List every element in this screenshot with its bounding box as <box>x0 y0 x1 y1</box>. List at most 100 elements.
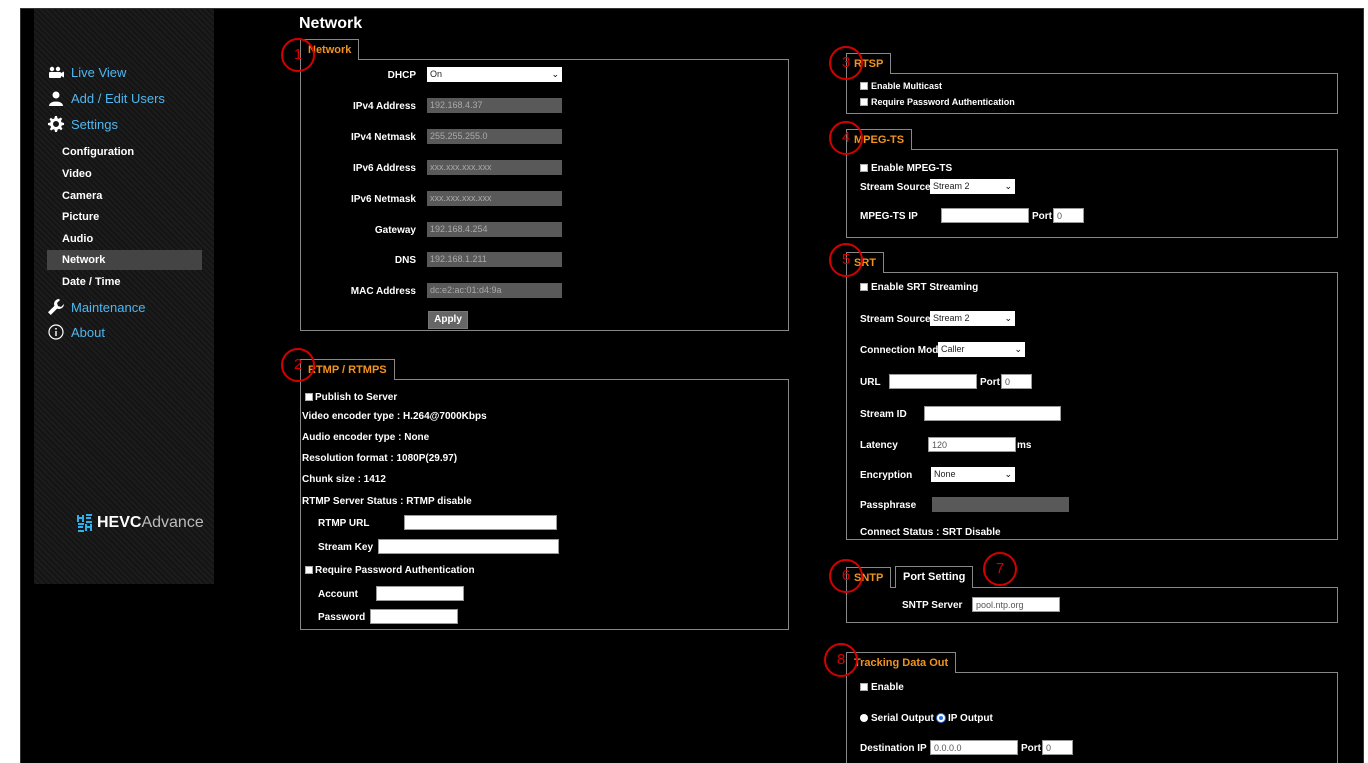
connection-mode-value: Caller <box>941 344 965 354</box>
nav-about-label: About <box>71 324 105 340</box>
nav-maintenance[interactable]: Maintenance <box>48 299 145 315</box>
destination-ip-label: Destination IP <box>860 743 927 754</box>
nav-maintenance-label: Maintenance <box>71 299 146 315</box>
latency-unit: ms <box>1017 440 1032 451</box>
tracking-enable-checkbox[interactable] <box>860 683 868 691</box>
mpegts-panel: Enable MPEG-TS Stream Source Stream 2 ⌄ M… <box>846 149 1338 238</box>
nav-live-view-label: Live View <box>71 64 127 80</box>
encryption-select[interactable]: None ⌄ <box>931 467 1015 482</box>
chevron-down-icon: ⌄ <box>1014 344 1022 354</box>
tab-tracking-data-out[interactable]: Tracking Data Out <box>846 652 957 673</box>
stream-key-input[interactable] <box>378 539 559 554</box>
chevron-down-icon: ⌄ <box>1004 313 1012 323</box>
ipv6-address-label: IPv6 Address <box>353 163 416 174</box>
tracking-panel: Enable Serial Output IP Output Destinati… <box>846 672 1338 763</box>
ipv6-netmask-label: IPv6 Netmask <box>350 194 416 205</box>
sntp-server-input[interactable]: pool.ntp.org <box>972 597 1060 612</box>
srt-stream-source-select[interactable]: Stream 2 ⌄ <box>930 311 1015 326</box>
nav-about[interactable]: About <box>48 324 105 340</box>
mpegts-stream-source-select[interactable]: Stream 2 ⌄ <box>930 179 1015 194</box>
rtmp-require-password-label: Require Password Authentication <box>315 565 475 576</box>
nav-live-view[interactable]: Live View <box>48 64 126 80</box>
encryption-label: Encryption <box>860 470 913 481</box>
apply-button[interactable]: Apply <box>428 311 468 329</box>
rtmp-url-input[interactable] <box>404 515 557 530</box>
encryption-value: None <box>934 469 956 479</box>
page-title: Network <box>299 15 363 32</box>
chevron-down-icon: ⌄ <box>551 69 559 79</box>
resolution-format-text: Resolution format : 1080P(29.97) <box>302 453 458 464</box>
srt-url-label: URL <box>860 377 881 388</box>
srt-url-input[interactable] <box>889 374 977 389</box>
ipv6-address-field: xxx.xxx.xxx.xxx <box>427 160 562 175</box>
nav-settings[interactable]: Settings <box>48 116 118 132</box>
dhcp-select[interactable]: On ⌄ <box>427 67 562 82</box>
user-icon <box>49 91 63 106</box>
enable-multicast-label: Enable Multicast <box>871 81 943 91</box>
ipv4-address-field: 192.168.4.37 <box>427 98 562 113</box>
tracking-port-input[interactable]: 0 <box>1042 740 1073 755</box>
passphrase-label: Passphrase <box>860 500 917 511</box>
rtsp-require-password-checkbox[interactable] <box>860 98 868 106</box>
serial-output-radio[interactable] <box>860 714 868 722</box>
ipv6-netmask-field: xxx.xxx.xxx.xxx <box>427 191 562 206</box>
mpegts-port-label: Port <box>1032 211 1052 222</box>
sidebar-item-picture[interactable]: Picture <box>62 211 99 223</box>
enable-multicast-checkbox[interactable] <box>860 82 868 90</box>
sidebar-item-date-time[interactable]: Date / Time <box>62 276 121 288</box>
sidebar-item-video[interactable]: Video <box>62 168 92 180</box>
destination-ip-input[interactable]: 0.0.0.0 <box>930 740 1018 755</box>
sidebar: Live View Add / Edit Users Settings Conf… <box>34 9 214 584</box>
tab-port-setting[interactable]: Port Setting <box>895 566 974 588</box>
audio-encoder-text: Audio encoder type : None <box>302 432 430 443</box>
nav-add-edit-users-label: Add / Edit Users <box>71 90 165 106</box>
publish-to-server-checkbox[interactable] <box>305 393 313 401</box>
account-input[interactable] <box>376 586 464 601</box>
rtmp-url-label: RTMP URL <box>318 518 370 529</box>
ip-output-radio[interactable] <box>937 714 945 722</box>
sidebar-item-audio[interactable]: Audio <box>62 233 93 245</box>
connection-mode-label: Connection Mode <box>860 345 944 356</box>
rtmp-status-text: RTMP Server Status : RTMP disable <box>302 496 472 507</box>
sidebar-item-camera[interactable]: Camera <box>62 190 102 202</box>
ipv4-address-label: IPv4 Address <box>353 101 416 112</box>
srt-stream-source-value: Stream 2 <box>933 313 970 323</box>
srt-port-input[interactable]: 0 <box>1001 374 1032 389</box>
password-input[interactable] <box>370 609 458 624</box>
dns-label: DNS <box>394 255 416 266</box>
chunk-size-text: Chunk size : 1412 <box>302 474 386 485</box>
sidebar-item-network[interactable]: Network <box>47 250 202 270</box>
connection-mode-select[interactable]: Caller ⌄ <box>938 342 1025 357</box>
gear-icon <box>48 116 64 132</box>
ipv4-netmask-label: IPv4 Netmask <box>350 132 416 143</box>
enable-mpegts-checkbox[interactable] <box>860 164 868 172</box>
nav-add-edit-users[interactable]: Add / Edit Users <box>48 90 165 106</box>
password-label: Password <box>318 612 366 623</box>
sidebar-item-configuration[interactable]: Configuration <box>62 146 134 158</box>
logo-text-bold: HEVC <box>97 514 142 531</box>
hevc-advance-logo: HEVC Advance <box>77 514 204 532</box>
callout-2: 2 <box>281 348 315 382</box>
tracking-enable-label: Enable <box>871 682 904 693</box>
latency-input[interactable]: 120 <box>928 437 1016 452</box>
srt-connect-status: Connect Status : SRT Disable <box>860 527 1001 538</box>
mpegts-port-input[interactable]: 0 <box>1053 208 1084 223</box>
gateway-field: 192.168.4.254 <box>427 222 562 237</box>
passphrase-field <box>932 497 1069 512</box>
srt-port-label: Port <box>980 377 1000 388</box>
rtmp-require-password-checkbox[interactable] <box>305 566 313 574</box>
ipv4-netmask-field: 255.255.255.0 <box>427 129 562 144</box>
dns-field: 192.168.1.211 <box>427 252 562 267</box>
ip-output-label: IP Output <box>948 713 993 724</box>
serial-output-label: Serial Output <box>871 713 934 724</box>
stream-id-label: Stream ID <box>860 409 907 420</box>
stream-id-input[interactable] <box>924 406 1061 421</box>
publish-to-server-label: Publish to Server <box>315 392 398 403</box>
srt-stream-source-label: Stream Source <box>860 314 931 325</box>
dhcp-select-value: On <box>430 69 443 79</box>
enable-srt-checkbox[interactable] <box>860 283 868 291</box>
mpegts-ip-input[interactable] <box>941 208 1029 223</box>
wrench-icon <box>48 299 64 315</box>
callout-3: 3 <box>829 46 863 80</box>
chevron-down-icon: ⌄ <box>1004 469 1012 479</box>
